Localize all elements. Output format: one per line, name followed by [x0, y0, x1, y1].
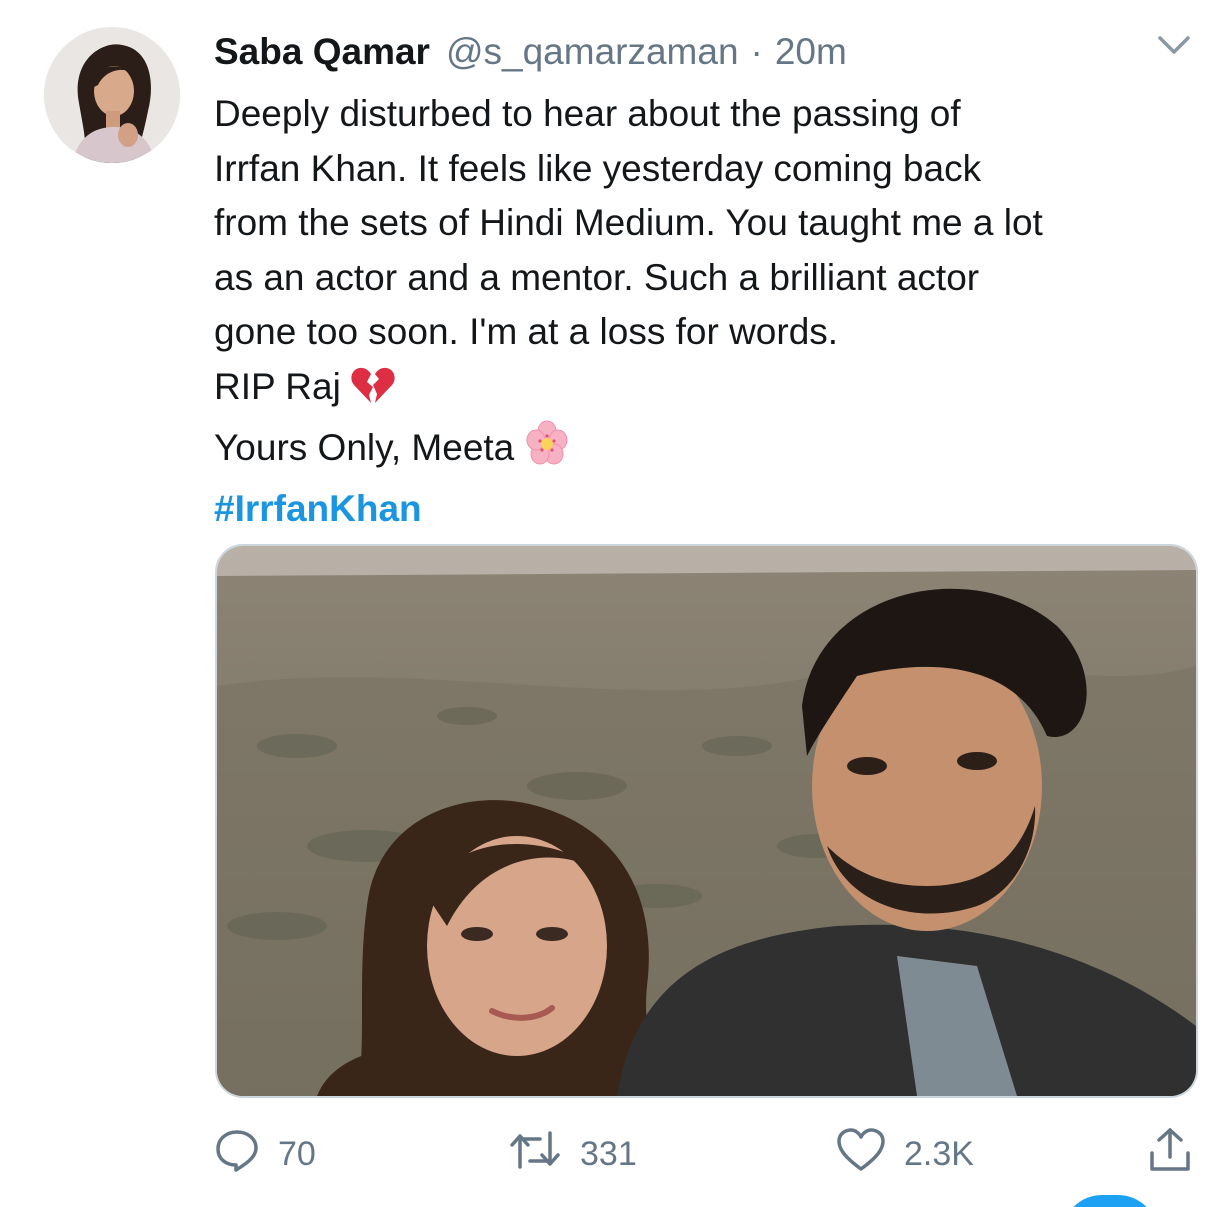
tweet-text-line: Irrfan Khan. It feels like yesterday com… — [214, 147, 982, 189]
timestamp[interactable]: 20m — [775, 31, 847, 73]
retweet-icon — [508, 1127, 562, 1182]
author-handle[interactable]: @s_qamarzaman — [446, 31, 739, 73]
reply-button[interactable]: 70 — [214, 1124, 316, 1184]
speech-bubble-icon — [214, 1127, 260, 1182]
tweet-text-line: from the sets of Hindi Medium. You taugh… — [214, 202, 1043, 243]
separator-dot: · — [750, 31, 763, 72]
broken-heart-emoji — [351, 365, 395, 421]
tweet-header: Saba Qamar @s_qamarzaman · 20m — [214, 28, 847, 76]
tweet-text-line: gone too soon. I'm at a loss for words. — [214, 311, 839, 352]
cherry-blossom-emoji — [524, 420, 570, 482]
like-count: 2.3K — [904, 1134, 974, 1173]
tweet-text-line: Deeply disturbed to hear about the passi… — [214, 93, 961, 134]
retweet-button[interactable]: 331 — [508, 1124, 637, 1184]
reply-count: 70 — [278, 1134, 316, 1173]
tweet: Saba Qamar @s_qamarzaman · 20m Deeply di… — [0, 0, 1231, 1207]
avatar[interactable] — [44, 27, 180, 163]
share-button[interactable] — [1146, 1124, 1194, 1184]
tweet-text-line-meeta: Yours Only, Meeta — [214, 420, 1214, 482]
chevron-down-icon[interactable] — [1154, 30, 1194, 60]
heart-icon — [836, 1127, 886, 1182]
tweet-actions: 70 331 2.3K — [214, 1124, 1204, 1184]
share-icon — [1146, 1125, 1194, 1184]
tweet-photo[interactable] — [215, 544, 1198, 1098]
like-button[interactable]: 2.3K — [836, 1124, 974, 1184]
compose-fab-edge[interactable] — [1062, 1195, 1158, 1207]
retweet-count: 331 — [580, 1134, 637, 1173]
tweet-text-line: as an actor and a mentor. Such a brillia… — [214, 256, 980, 298]
rip-text: RIP Raj — [214, 365, 341, 407]
tweet-text-line-rip: RIP Raj — [214, 360, 1214, 421]
hashtag-link[interactable]: #IrrfanKhan — [214, 482, 1214, 537]
signoff-text: Yours Only, Meeta — [214, 427, 515, 468]
tweet-text: Deeply disturbed to hear about the passi… — [214, 87, 1214, 536]
author-name[interactable]: Saba Qamar — [214, 31, 430, 73]
